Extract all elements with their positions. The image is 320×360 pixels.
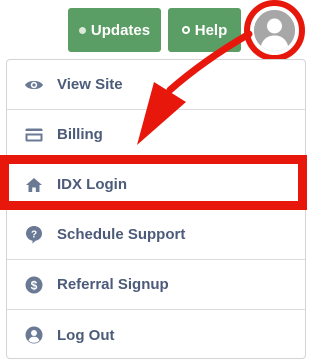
- eye-icon: [24, 75, 44, 95]
- updates-label: Updates: [90, 21, 151, 39]
- svg-text:?: ?: [31, 229, 37, 240]
- menu-item-referral-signup[interactable]: $ Referral Signup: [7, 260, 305, 310]
- menu-item-view-site[interactable]: View Site: [7, 60, 305, 110]
- credit-card-icon: [24, 125, 44, 145]
- menu-item-schedule-support[interactable]: ? Schedule Support: [7, 210, 305, 260]
- help-ring-icon: [181, 26, 190, 34]
- user-silhouette-icon: [254, 10, 295, 51]
- menu-item-label: Log Out: [57, 326, 115, 344]
- avatar-highlight-circle[interactable]: [244, 0, 305, 61]
- help-label: Help: [194, 21, 228, 39]
- menu-item-label: Referral Signup: [57, 276, 169, 293]
- menu-item-label: IDX Login: [57, 176, 127, 193]
- question-bubble-icon: ?: [24, 225, 44, 245]
- menu-item-idx-login[interactable]: IDX Login: [7, 160, 305, 210]
- avatar[interactable]: [254, 10, 295, 51]
- help-button[interactable]: Help: [168, 8, 241, 52]
- menu-item-label: View Site: [57, 76, 123, 93]
- menu-item-label: Schedule Support: [57, 226, 186, 243]
- updates-dot-icon: [78, 26, 86, 34]
- user-circle-icon: [24, 325, 44, 345]
- menu-item-label: Billing: [57, 126, 103, 143]
- menu-item-billing[interactable]: Billing: [7, 110, 305, 160]
- screenshot-stage: Updates Help View Site Billing IDX Login…: [0, 0, 307, 360]
- svg-text:$: $: [31, 278, 38, 292]
- user-dropdown-menu: View Site Billing IDX Login ? Schedule S…: [6, 59, 306, 359]
- menu-item-log-out[interactable]: Log Out: [7, 310, 305, 358]
- home-icon: [24, 175, 44, 195]
- dollar-circle-icon: $: [24, 275, 44, 295]
- updates-button[interactable]: Updates: [68, 8, 161, 52]
